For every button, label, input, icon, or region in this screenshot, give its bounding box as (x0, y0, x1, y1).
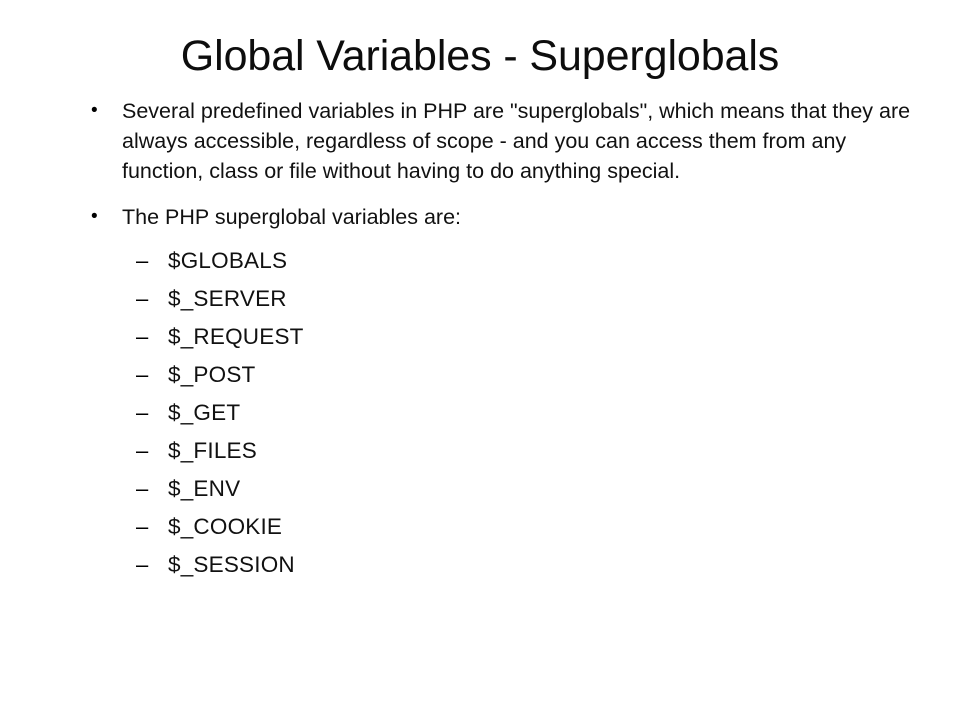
page-title: Global Variables - Superglobals (180, 32, 780, 80)
superglobals-list: – $GLOBALS – $_SERVER – $_REQUEST – $_PO… (0, 242, 960, 584)
list-item-label: $_POST (168, 362, 256, 387)
list-item: – $_SESSION (0, 546, 960, 584)
bullet-dot-icon: • (91, 100, 98, 121)
bullet-text: The PHP superglobal variables are: (122, 205, 462, 229)
dash-icon: – (136, 324, 149, 349)
dash-icon: – (136, 400, 149, 425)
list-item-label: $_ENV (168, 476, 241, 501)
dash-icon: – (136, 514, 149, 539)
slide-body: • Several predefined variables in PHP ar… (0, 96, 960, 584)
list-item: – $_POST (0, 356, 960, 394)
list-item: – $_FILES (0, 432, 960, 470)
bullet-text: Several predefined variables in PHP are … (122, 99, 911, 183)
bullet-dot-icon: • (91, 206, 98, 227)
slide-canvas: Global Variables - Superglobals • Severa… (0, 0, 960, 720)
list-item-label: $_FILES (168, 438, 257, 463)
list-item-label: $_REQUEST (168, 324, 304, 349)
list-item-label: $GLOBALS (168, 248, 288, 273)
dash-icon: – (136, 438, 149, 463)
dash-icon: – (136, 286, 149, 311)
dash-icon: – (136, 248, 149, 273)
list-item-label: $_COOKIE (168, 514, 283, 539)
list-item-label: $_GET (168, 400, 241, 425)
list-item: – $_SERVER (0, 280, 960, 318)
list-item: – $_GET (0, 394, 960, 432)
dash-icon: – (136, 476, 149, 501)
list-item: – $GLOBALS (0, 242, 960, 280)
dash-icon: – (136, 362, 149, 387)
list-item: – $_REQUEST (0, 318, 960, 356)
list-item: – $_COOKIE (0, 508, 960, 546)
list-item: – $_ENV (0, 470, 960, 508)
dash-icon: – (136, 552, 149, 577)
list-item-label: $_SERVER (168, 286, 287, 311)
list-item-label: $_SESSION (168, 552, 295, 577)
bullet-item: • The PHP superglobal variables are: (0, 202, 960, 232)
bullet-item: • Several predefined variables in PHP ar… (0, 96, 960, 186)
